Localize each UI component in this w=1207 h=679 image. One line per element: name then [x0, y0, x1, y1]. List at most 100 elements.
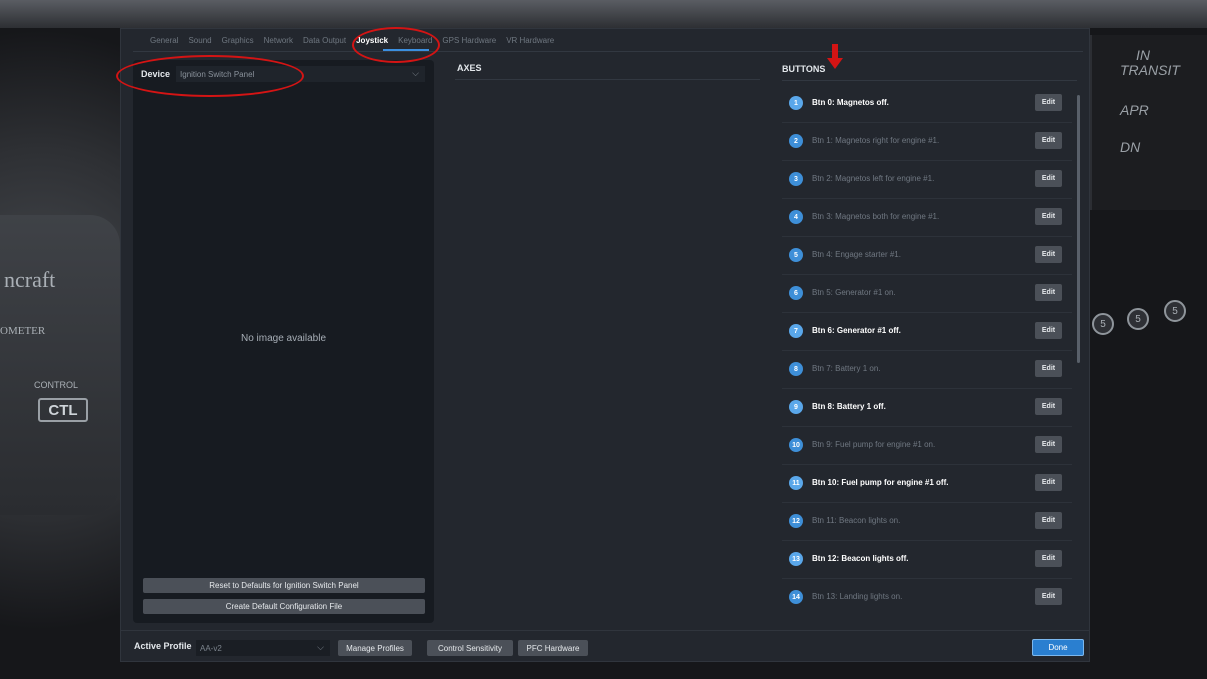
edit-button[interactable]: Edit: [1035, 284, 1062, 301]
profile-select[interactable]: AA-v2 ⌵: [196, 640, 330, 656]
chevron-down-icon: ⌵: [412, 68, 419, 78]
button-number-badge: 14: [789, 590, 803, 604]
button-number-badge: 6: [789, 286, 803, 300]
instrument-strip: [0, 0, 1207, 28]
buttons-divider: [782, 80, 1077, 81]
axes-title: AXES: [457, 63, 482, 73]
knob-icon: 5: [1127, 308, 1149, 330]
panel-in-text: IN: [1136, 47, 1150, 63]
edit-button[interactable]: Edit: [1035, 322, 1062, 339]
button-description: Btn 7: Battery 1 on.: [812, 364, 881, 373]
buttons-title: BUTTONS: [782, 64, 826, 74]
button-number-badge: 1: [789, 96, 803, 110]
button-description: Btn 6: Generator #1 off.: [812, 326, 901, 335]
edit-button[interactable]: Edit: [1035, 398, 1062, 415]
panel-transit-text: TRANSIT: [1120, 62, 1180, 78]
edit-button[interactable]: Edit: [1035, 512, 1062, 529]
button-row: 14 Btn 13: Landing lights on. Edit: [782, 580, 1072, 617]
tab-vr-hardware[interactable]: VR Hardware: [501, 36, 559, 50]
tab-graphics[interactable]: Graphics: [217, 36, 259, 50]
button-row: 2 Btn 1: Magnetos right for engine #1. E…: [782, 124, 1072, 161]
edit-button[interactable]: Edit: [1035, 94, 1062, 111]
button-description: Btn 4: Engage starter #1.: [812, 250, 901, 259]
button-row: 11 Btn 10: Fuel pump for engine #1 off. …: [782, 466, 1072, 503]
button-description: Btn 11: Beacon lights on.: [812, 516, 901, 525]
tab-data-output[interactable]: Data Output: [298, 36, 351, 50]
button-row: 12 Btn 11: Beacon lights on. Edit: [782, 504, 1072, 541]
button-description: Btn 0: Magnetos off.: [812, 98, 889, 107]
button-description: Btn 12: Beacon lights off.: [812, 554, 909, 563]
knob-icon: 5: [1092, 313, 1114, 335]
device-annotation-circle: [116, 55, 304, 97]
tab-network[interactable]: Network: [259, 36, 298, 50]
button-description: Btn 8: Battery 1 off.: [812, 402, 886, 411]
profile-selected-value: AA-v2: [200, 643, 222, 653]
edit-button[interactable]: Edit: [1035, 436, 1062, 453]
joystick-tab-annotation-circle: [352, 27, 440, 63]
panel-dn-text: DN: [1120, 139, 1141, 155]
arrow-down-icon: [827, 44, 843, 69]
chevron-down-icon: ⌵: [317, 642, 324, 652]
button-number-badge: 7: [789, 324, 803, 338]
tab-sound[interactable]: Sound: [183, 36, 216, 50]
edit-button[interactable]: Edit: [1035, 588, 1062, 605]
edit-button[interactable]: Edit: [1035, 550, 1062, 567]
button-row: 3 Btn 2: Magnetos left for engine #1. Ed…: [782, 162, 1072, 199]
edit-button[interactable]: Edit: [1035, 170, 1062, 187]
arrow-head: [827, 58, 843, 69]
control-sensitivity-button[interactable]: Control Sensitivity: [427, 640, 513, 656]
reset-defaults-button[interactable]: Reset to Defaults for Ignition Switch Pa…: [143, 578, 425, 593]
button-row: 6 Btn 5: Generator #1 on. Edit: [782, 276, 1072, 313]
button-number-badge: 10: [789, 438, 803, 452]
edit-button[interactable]: Edit: [1035, 132, 1062, 149]
button-number-badge: 8: [789, 362, 803, 376]
button-row: 13 Btn 12: Beacon lights off. Edit: [782, 542, 1072, 579]
create-config-button[interactable]: Create Default Configuration File: [143, 599, 425, 614]
tab-divider: [133, 51, 1083, 52]
button-row: 9 Btn 8: Battery 1 off. Edit: [782, 390, 1072, 427]
button-number-badge: 13: [789, 552, 803, 566]
button-row: 8 Btn 7: Battery 1 on. Edit: [782, 352, 1072, 389]
button-description: Btn 13: Landing lights on.: [812, 592, 903, 601]
button-row: 1 Btn 0: Magnetos off. Edit: [782, 86, 1072, 123]
axes-divider: [455, 79, 760, 80]
button-number-badge: 4: [789, 210, 803, 224]
meter-text: OMETER: [0, 325, 46, 337]
button-list-scrollbar[interactable]: [1077, 95, 1080, 363]
ctl-label: CTL: [38, 398, 88, 422]
button-row: 10 Btn 9: Fuel pump for engine #1 on. Ed…: [782, 428, 1072, 465]
button-row: 7 Btn 6: Generator #1 off. Edit: [782, 314, 1072, 351]
button-number-badge: 9: [789, 400, 803, 414]
edit-button[interactable]: Edit: [1035, 474, 1062, 491]
right-annunciator-panel: IN TRANSIT APR DN: [1090, 35, 1207, 210]
button-number-badge: 11: [789, 476, 803, 490]
button-number-badge: 2: [789, 134, 803, 148]
edit-button[interactable]: Edit: [1035, 360, 1062, 377]
button-description: Btn 10: Fuel pump for engine #1 off.: [812, 478, 949, 487]
button-number-badge: 12: [789, 514, 803, 528]
panel-apr-text: APR: [1120, 102, 1149, 118]
tab-general[interactable]: General: [145, 36, 183, 50]
brand-text: ncraft: [4, 267, 56, 292]
button-description: Btn 9: Fuel pump for engine #1 on.: [812, 440, 936, 449]
active-profile-label: Active Profile: [134, 641, 192, 651]
button-row: 5 Btn 4: Engage starter #1. Edit: [782, 238, 1072, 275]
button-description: Btn 2: Magnetos left for engine #1.: [812, 174, 935, 183]
knob-icon: 5: [1164, 300, 1186, 322]
button-description: Btn 5: Generator #1 on.: [812, 288, 896, 297]
no-image-text: No image available: [240, 333, 327, 344]
button-number-badge: 3: [789, 172, 803, 186]
button-number-badge: 5: [789, 248, 803, 262]
edit-button[interactable]: Edit: [1035, 208, 1062, 225]
button-description: Btn 1: Magnetos right for engine #1.: [812, 136, 940, 145]
footer-divider: [120, 630, 1090, 631]
button-row: 4 Btn 3: Magnetos both for engine #1. Ed…: [782, 200, 1072, 237]
done-button[interactable]: Done: [1032, 639, 1084, 656]
tab-gps-hardware[interactable]: GPS Hardware: [437, 36, 501, 50]
control-text: CONTROL: [34, 380, 79, 390]
edit-button[interactable]: Edit: [1035, 246, 1062, 263]
pfc-hardware-button[interactable]: PFC Hardware: [518, 640, 588, 656]
button-description: Btn 3: Magnetos both for engine #1.: [812, 212, 940, 221]
manage-profiles-button[interactable]: Manage Profiles: [338, 640, 412, 656]
left-instrument-bezel: ncraft OMETER CONTROL: [0, 215, 120, 515]
